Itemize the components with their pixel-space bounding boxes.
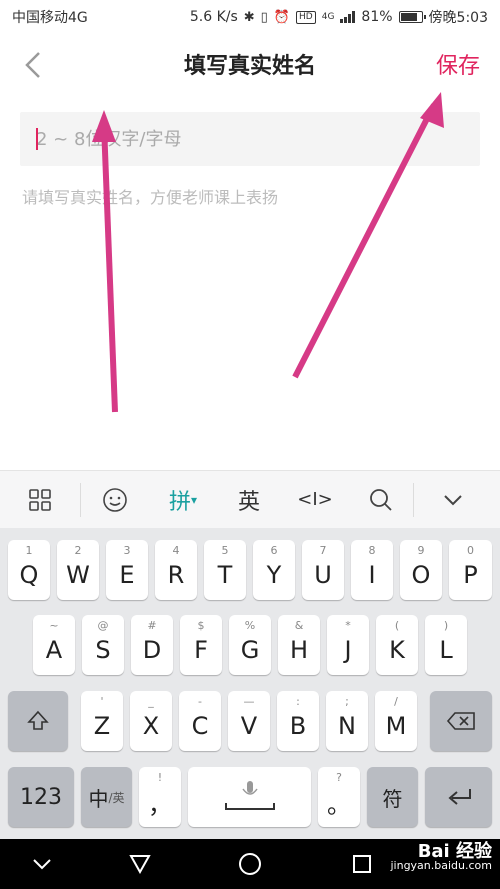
watermark-url: jingyan.baidu.com [390,859,492,872]
hint-text: 请填写真实姓名，方便老师课上表扬 [22,188,279,207]
search-icon [370,488,392,511]
triangle-back-icon [129,855,151,874]
network-type: 4G [321,12,335,22]
chevron-down-icon [33,859,51,870]
key-o[interactable]: 9O [400,540,442,600]
period-key[interactable]: ?。 [318,767,360,827]
system-nav-bar: Bai 经验 jingyan.baidu.com [0,839,500,889]
enter-key[interactable] [425,767,492,827]
smiley-icon [103,487,127,512]
key-y[interactable]: 6Y [253,540,295,600]
key-c[interactable]: -C [179,691,221,751]
key-z[interactable]: ' Z [81,691,123,751]
circle-home-icon [239,853,261,875]
backspace-key[interactable] [430,691,492,751]
key-v[interactable]: — V [228,691,270,751]
english-mode-button[interactable]: 英 [217,471,281,529]
key-b[interactable]: :B [277,691,319,751]
watermark: Bai 经验 jingyan.baidu.com [390,841,492,873]
watermark-logo: Bai 经验 [417,841,492,862]
key-h[interactable]: & H [278,615,320,675]
pinyin-mode-button[interactable]: 拼 ▾ [149,471,217,529]
key-p[interactable]: 0P [449,540,492,600]
chevron-down-icon [444,494,462,505]
apps-grid-button[interactable] [0,471,80,529]
emoji-button[interactable] [81,471,149,529]
key-w[interactable]: 2W [57,540,99,600]
alarm-icon: ⏰ [273,9,291,25]
header: 填写真实姓名 保存 [0,34,500,96]
carrier-label: 中国移动4G [12,10,88,26]
status-bar: 中国移动4G 5.6 K/s ✱ ▯ ⏰ HD 4G 81% 傍晚5:03 [0,0,500,34]
key-r[interactable]: 4R [155,540,197,600]
key-g[interactable]: % G [229,615,271,675]
status-icons: 5.6 K/s ✱ ▯ ⏰ HD 4G 81% 傍晚5:03 [190,7,488,27]
clock: 傍晚5:03 [428,10,488,26]
save-button[interactable]: 保存 [436,48,480,80]
hide-keyboard-button[interactable] [414,471,492,529]
zh-label: 中 [88,786,109,811]
key-t[interactable]: 5T [204,540,246,600]
en-label: /英 [108,790,125,805]
square-recents-icon [353,855,371,873]
key-k[interactable]: (K [376,615,418,675]
backspace-icon [446,712,475,730]
pinyin-label: 拼 [168,489,191,515]
name-input[interactable] [20,112,480,166]
nav-back-button[interactable] [128,852,152,876]
key-d[interactable]: # D [131,615,173,675]
signal-icon [340,11,356,23]
space-key[interactable] [188,767,311,827]
key-q[interactable]: 1Q [8,540,50,600]
arrow-to-input [101,124,118,413]
key-m[interactable]: / M [375,691,417,751]
key-u[interactable]: 7U [302,540,344,600]
network-speed: 5.6 K/s [189,9,238,25]
bluetooth-icon: ✱ [243,9,255,25]
hd-icon: HD [296,10,316,24]
keyboard-toolbar: 拼 ▾ 英 <I> [0,470,500,528]
enter-icon [447,789,471,805]
page-title: 填写真实姓名 [183,54,316,79]
battery-icon [398,11,426,23]
cursor-move-button[interactable]: <I> [281,471,349,529]
dropdown-arrow-icon: ▾ [190,492,198,507]
shift-key[interactable] [8,691,68,751]
vibrate-icon: ▯ [260,9,268,25]
key-n[interactable]: ; N [326,691,368,751]
nav-recents-button[interactable] [350,852,374,876]
lang-switch-key[interactable]: 中/英 [81,767,132,827]
key-a[interactable]: ~ A [33,615,75,675]
key-f[interactable]: $ F [180,615,222,675]
search-button[interactable] [349,471,413,529]
grid-icon [29,488,51,511]
nav-hide-button[interactable] [30,852,54,876]
keyboard: 1Q 2W 3E 4R 5T 6Y 7U 8I 9O 0P ~ A @ S # D $… [0,528,500,839]
key-x[interactable]: _ X [130,691,172,751]
comma-key[interactable]: !， [139,767,181,827]
shift-arrow-icon [27,710,49,730]
key-j[interactable]: * J [327,615,369,675]
key-l[interactable]: ) L [425,615,467,675]
battery-percent: 81% [361,9,393,25]
text-cursor [36,128,38,150]
symbols-key[interactable]: 符 [367,767,418,827]
key-e[interactable]: 3E [106,540,148,600]
numbers-key[interactable]: 123 [8,767,74,827]
name-field[interactable] [20,112,480,166]
key-i[interactable]: 8I [351,540,393,600]
key-s[interactable]: @ S [82,615,124,675]
nav-home-button[interactable] [238,852,262,876]
microphone-icon [224,781,275,810]
